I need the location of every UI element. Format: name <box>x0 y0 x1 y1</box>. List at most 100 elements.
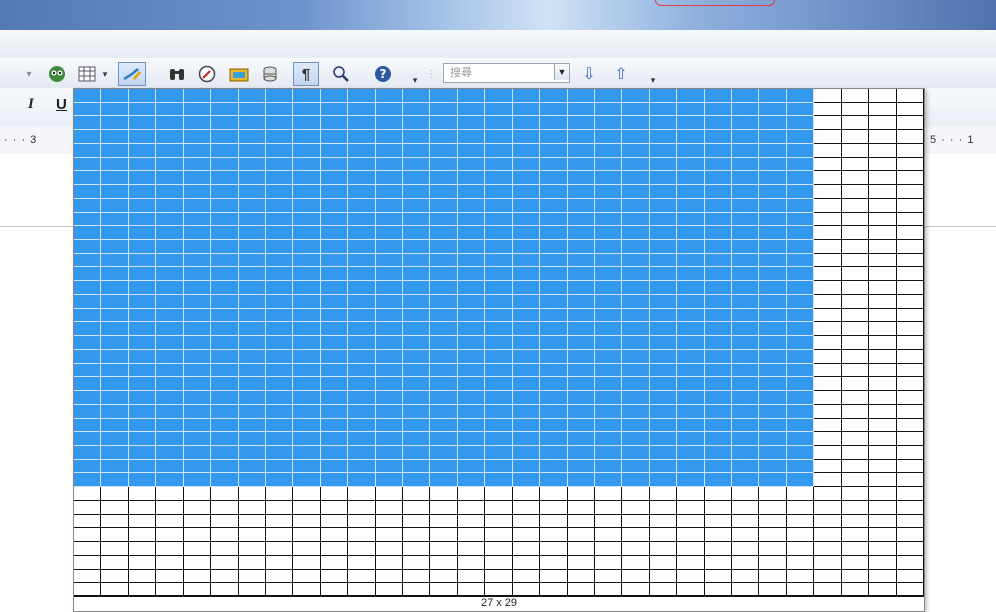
table-grid-cell[interactable] <box>403 363 431 378</box>
table-grid-cell[interactable] <box>348 432 376 446</box>
table-grid-cell[interactable] <box>677 157 705 172</box>
table-grid-cell[interactable] <box>183 226 212 241</box>
table-grid-cell[interactable] <box>896 212 924 227</box>
formatting-marks-icon[interactable]: ¶ <box>293 62 319 86</box>
table-grid-cell[interactable] <box>786 459 815 474</box>
table-grid-cell[interactable] <box>430 555 458 570</box>
table-grid-cell[interactable] <box>320 445 349 460</box>
table-grid-cell[interactable] <box>896 130 924 144</box>
table-grid-cell[interactable] <box>704 391 733 405</box>
table-grid-cell[interactable] <box>238 473 266 488</box>
table-grid-cell[interactable] <box>183 500 212 515</box>
table-grid-cell[interactable] <box>430 267 458 282</box>
table-grid-cell[interactable] <box>814 212 842 227</box>
table-grid-cell[interactable] <box>567 143 595 158</box>
table-grid-cell[interactable] <box>649 404 678 419</box>
table-grid-cell[interactable] <box>211 528 239 543</box>
table-grid-cell[interactable] <box>485 294 513 309</box>
table-grid-cell[interactable] <box>403 349 431 364</box>
table-grid-cell[interactable] <box>677 322 705 337</box>
table-grid-cell[interactable] <box>348 363 376 378</box>
table-grid-cell[interactable] <box>677 459 705 474</box>
table-grid-cell[interactable] <box>786 130 815 144</box>
table-grid-cell[interactable] <box>265 267 294 282</box>
zoom-icon[interactable] <box>330 64 352 84</box>
table-grid-cell[interactable] <box>677 445 705 460</box>
table-grid-cell[interactable] <box>512 253 541 268</box>
table-grid-cell[interactable] <box>814 500 842 515</box>
table-grid-cell[interactable] <box>567 281 595 295</box>
table-grid-cell[interactable] <box>457 514 486 529</box>
table-grid-cell[interactable] <box>457 226 486 241</box>
table-grid-cell[interactable] <box>841 116 870 131</box>
table-grid-cell[interactable] <box>320 555 349 570</box>
table-grid-cell[interactable] <box>512 171 541 186</box>
table-grid-cell[interactable] <box>74 363 102 378</box>
table-grid-cell[interactable] <box>567 391 595 405</box>
table-grid-cell[interactable] <box>320 322 349 337</box>
table-grid-cell[interactable] <box>265 377 294 392</box>
table-grid-cell[interactable] <box>512 294 541 309</box>
table-grid-cell[interactable] <box>265 185 294 199</box>
table-grid-cell[interactable] <box>649 89 678 103</box>
table-grid-cell[interactable] <box>732 308 760 323</box>
table-grid-cell[interactable] <box>732 445 760 460</box>
table-grid-cell[interactable] <box>238 157 266 172</box>
table-grid-cell[interactable] <box>896 294 924 309</box>
table-grid-cell[interactable] <box>896 102 924 117</box>
table-grid-cell[interactable] <box>704 198 733 213</box>
table-grid-cell[interactable] <box>265 322 294 337</box>
table-grid-cell[interactable] <box>293 336 321 350</box>
table-grid-cell[interactable] <box>128 267 157 282</box>
table-grid-cell[interactable] <box>567 171 595 186</box>
table-grid-cell[interactable] <box>869 116 897 131</box>
table-grid-cell[interactable] <box>293 198 321 213</box>
table-grid-cell[interactable] <box>759 391 787 405</box>
table-grid-cell[interactable] <box>265 391 294 405</box>
table-grid-cell[interactable] <box>869 391 897 405</box>
table-grid-cell[interactable] <box>74 294 102 309</box>
table-grid-cell[interactable] <box>403 432 431 446</box>
table-grid-cell[interactable] <box>540 487 568 501</box>
table-grid-cell[interactable] <box>704 171 733 186</box>
table-grid-cell[interactable] <box>540 542 568 556</box>
table-grid-cell[interactable] <box>594 281 623 295</box>
table-grid-cell[interactable] <box>101 445 129 460</box>
table-grid-cell[interactable] <box>457 445 486 460</box>
table-grid-cell[interactable] <box>622 487 650 501</box>
table-grid-cell[interactable] <box>457 253 486 268</box>
table-grid-cell[interactable] <box>375 473 404 488</box>
table-grid-cell[interactable] <box>156 391 184 405</box>
table-grid-cell[interactable] <box>649 185 678 199</box>
table-grid-cell[interactable] <box>622 89 650 103</box>
table-grid-cell[interactable] <box>375 116 404 131</box>
table-grid-cell[interactable] <box>320 377 349 392</box>
table-grid-cell[interactable] <box>320 240 349 254</box>
table-grid-cell[interactable] <box>403 377 431 392</box>
table-grid-cell[interactable] <box>649 418 678 433</box>
table-grid-cell[interactable] <box>540 171 568 186</box>
table-grid-cell[interactable] <box>704 240 733 254</box>
table-grid-cell[interactable] <box>649 130 678 144</box>
table-grid-cell[interactable] <box>732 281 760 295</box>
table-grid-cell[interactable] <box>622 267 650 282</box>
table-grid-cell[interactable] <box>293 130 321 144</box>
table-grid-cell[interactable] <box>649 198 678 213</box>
table-grid-cell[interactable] <box>814 418 842 433</box>
table-grid-cell[interactable] <box>485 349 513 364</box>
table-grid-cell[interactable] <box>101 514 129 529</box>
table-grid-cell[interactable] <box>183 569 212 584</box>
table-grid-cell[interactable] <box>348 171 376 186</box>
table-grid-cell[interactable] <box>293 157 321 172</box>
table-grid-cell[interactable] <box>594 391 623 405</box>
table-grid-cell[interactable] <box>485 514 513 529</box>
table-grid-cell[interactable] <box>128 391 157 405</box>
table-grid-cell[interactable] <box>265 212 294 227</box>
table-grid-cell[interactable] <box>293 445 321 460</box>
table-grid-cell[interactable] <box>677 363 705 378</box>
table-grid-cell[interactable] <box>348 473 376 488</box>
table-grid-cell[interactable] <box>265 294 294 309</box>
table-grid-cell[interactable] <box>265 542 294 556</box>
table-grid-cell[interactable] <box>869 240 897 254</box>
find-next-icon[interactable]: ⇩ <box>580 64 598 84</box>
